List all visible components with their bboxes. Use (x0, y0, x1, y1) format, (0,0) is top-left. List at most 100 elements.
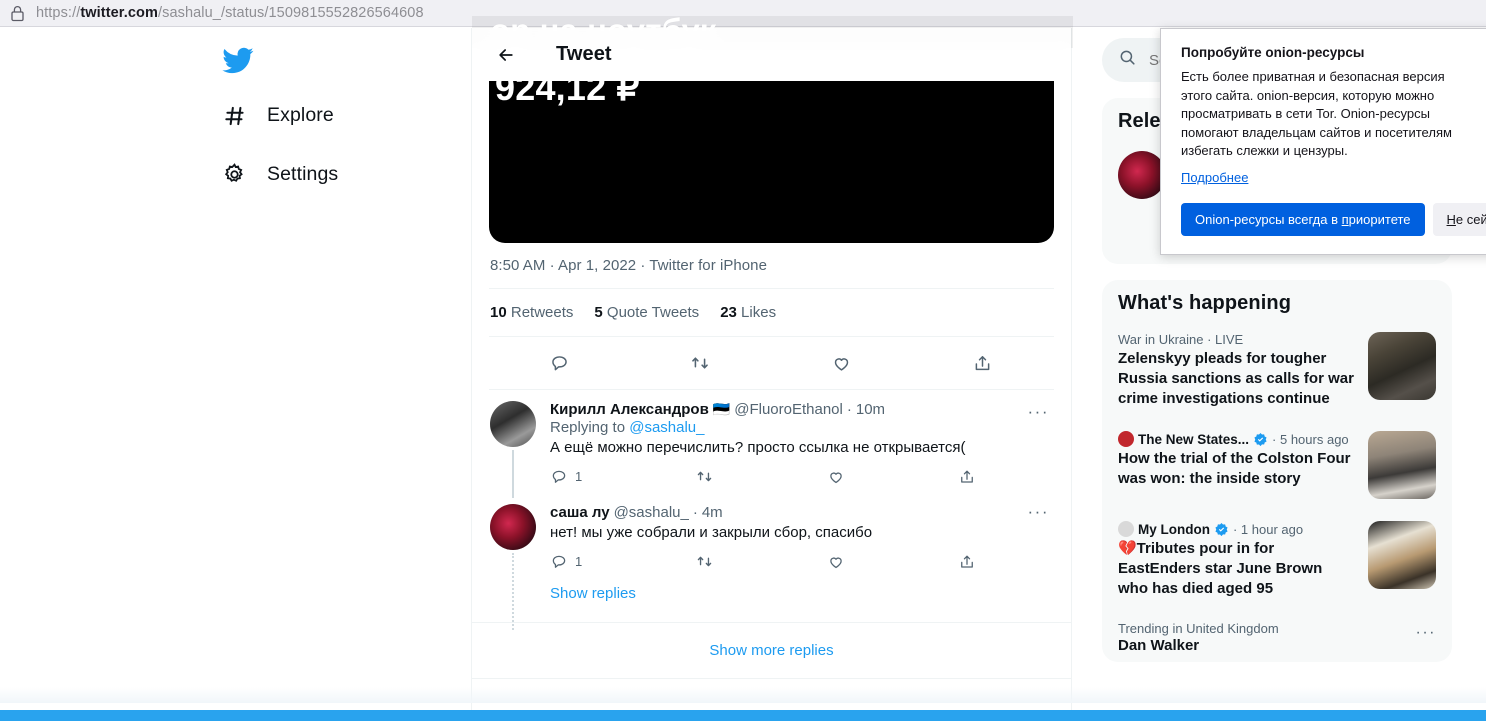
reply-author-row: Кирилл Александров 🇪🇪 @FluoroEthanol · 1… (550, 401, 1054, 418)
avatar-column (490, 401, 538, 498)
sidebar-item-label: Explore (267, 104, 334, 126)
show-replies-link[interactable]: Show replies (550, 571, 1054, 618)
author-name[interactable]: саша лу (550, 504, 610, 521)
news-category: War in Ukraine · LIVE (1118, 332, 1244, 347)
prioritize-onion-button[interactable]: Onion-ресурсы всегда в приоритете (1181, 202, 1425, 236)
author-name[interactable]: Кирилл Александров (550, 401, 709, 418)
news-body: War in Ukraine · LIVE Zelenskyy pleads f… (1118, 332, 1356, 409)
sidebar-item-settings[interactable]: Settings (209, 151, 350, 198)
author-handle[interactable]: @sashalu_ (614, 504, 689, 521)
likes-label: Likes (741, 304, 777, 321)
reply-icon[interactable]: 1 (550, 467, 582, 486)
quote-tweets-count: 5 (594, 304, 603, 321)
reply-action-bar: 1 (550, 467, 1054, 486)
quote-tweets-label: Quote Tweets (606, 304, 700, 321)
show-more-replies-button[interactable]: Show more replies (472, 622, 1071, 679)
like-icon[interactable] (827, 552, 845, 571)
more-options-icon[interactable]: ··· (1028, 402, 1049, 422)
news-item[interactable]: My London · 1 hour ago 💔Tributes pour in… (1102, 510, 1452, 610)
avatar[interactable] (1118, 151, 1166, 199)
retweets-label: Retweets (510, 304, 574, 321)
reply-action-bar: 1 (550, 552, 1054, 571)
news-thumbnail[interactable] (1368, 431, 1436, 499)
share-icon[interactable] (966, 346, 1000, 380)
country-flag-icon: 🇪🇪 (712, 401, 731, 417)
reply-time: 4m (701, 504, 723, 521)
likes-count: 23 (720, 304, 737, 321)
url-text: https://twitter.com/sashalu_/status/1509… (36, 5, 424, 21)
gear-icon (221, 161, 248, 188)
not-now-button[interactable]: Не сейчас (1432, 202, 1486, 236)
bottom-progress-bar (0, 710, 1486, 721)
news-time: · 5 hours ago (1272, 431, 1349, 447)
back-arrow-icon[interactable] (489, 38, 523, 72)
news-meta: War in Ukraine · LIVE (1118, 332, 1356, 347)
reply-icon[interactable]: 1 (550, 552, 582, 571)
reply-time: 10m (855, 401, 886, 418)
like-icon[interactable] (825, 346, 859, 380)
popup-body: Есть более приватная и безопасная версия… (1181, 69, 1452, 158)
avatar[interactable] (490, 401, 536, 447)
popup-button-row: Onion-ресурсы всегда в приоритете Не сей… (1181, 202, 1486, 236)
reply-count: 1 (575, 469, 583, 484)
tweet-stats: 10 Retweets 5 Quote Tweets 23 Likes (472, 289, 1071, 336)
avatar[interactable] (490, 504, 536, 550)
retweet-icon[interactable] (695, 552, 714, 571)
search-icon (1118, 48, 1137, 72)
reply-text: А ещё можно перечислить? просто ссылка н… (550, 439, 966, 456)
url-prefix: https:// (36, 5, 81, 21)
news-source[interactable]: The New States... (1138, 432, 1249, 447)
news-thumbnail[interactable] (1368, 332, 1436, 400)
retweet-icon[interactable] (683, 346, 717, 380)
tweet-media[interactable]: 924,12 ₽ (489, 81, 1054, 243)
author-handle[interactable]: @FluoroEthanol (734, 401, 843, 418)
twitter-bird-logo[interactable] (221, 44, 257, 80)
more-options-icon[interactable]: ··· (1416, 624, 1436, 642)
source-avatar-icon (1118, 431, 1134, 447)
news-item[interactable]: The New States... · 5 hours ago How the … (1102, 420, 1452, 510)
news-time: · 1 hour ago (1232, 521, 1304, 537)
news-meta: The New States... · 5 hours ago (1118, 431, 1356, 447)
share-icon[interactable] (958, 467, 976, 486)
news-source[interactable]: My London (1138, 522, 1210, 537)
trend-category: Trending in United Kingdom (1118, 621, 1279, 636)
dot-separator: · (846, 401, 852, 418)
trend-item[interactable]: Trending in United Kingdom Dan Walker ··… (1102, 610, 1452, 662)
reply-item[interactable]: саша лу @sashalu_ · 4m нет! мы уже собра… (472, 490, 1071, 630)
tweet-timestamp: 8:50 AM · Apr 1, 2022 · Twitter for iPho… (490, 257, 767, 274)
news-title: Zelenskyy pleads for tougher Russia sanc… (1118, 350, 1354, 407)
tor-onion-notification-popup: Попробуйте onion-ресурсы Есть более прив… (1160, 28, 1486, 255)
thread-line (512, 553, 514, 630)
reply-body: Кирилл Александров 🇪🇪 @FluoroEthanol · 1… (538, 401, 1054, 490)
news-item[interactable]: War in Ukraine · LIVE Zelenskyy pleads f… (1102, 321, 1452, 420)
retweet-icon[interactable] (695, 467, 714, 486)
sidebar-item-label: Settings (267, 163, 339, 185)
tweet-header: Tweet (472, 28, 1071, 81)
verified-badge-icon (1214, 522, 1229, 537)
retweets-stat[interactable]: 10 Retweets (490, 304, 573, 321)
dot-separator: · (692, 504, 698, 521)
learn-more-link[interactable]: Подробнее (1181, 170, 1248, 185)
lock-icon (10, 5, 25, 22)
quote-tweets-stat[interactable]: 5 Quote Tweets (594, 304, 699, 321)
whats-happening-card: What's happening War in Ukraine · LIVE Z… (1102, 280, 1452, 662)
like-icon[interactable] (827, 467, 845, 486)
news-thumbnail[interactable] (1368, 521, 1436, 589)
likes-stat[interactable]: 23 Likes (720, 304, 776, 321)
reply-item[interactable]: Кирилл Александров 🇪🇪 @FluoroEthanol · 1… (472, 390, 1071, 498)
more-options-icon[interactable]: ··· (1028, 502, 1049, 522)
tweet-detail-column: ор на ноутбук Tweet 924,12 ₽ 8:50 AM · A… (471, 16, 1073, 714)
share-icon[interactable] (958, 552, 976, 571)
reply-icon[interactable] (542, 346, 576, 380)
tweet-action-bar (472, 337, 1071, 389)
replying-to-prefix: Replying to (550, 419, 630, 436)
reply-body: саша лу @sashalu_ · 4m нет! мы уже собра… (538, 504, 1054, 622)
replying-to-handle[interactable]: @sashalu_ (629, 419, 704, 436)
news-meta: My London · 1 hour ago (1118, 521, 1356, 537)
reply-count: 1 (575, 554, 583, 569)
reply-text: нет! мы уже собрали и закрыли сбор, спас… (550, 524, 873, 541)
news-body: The New States... · 5 hours ago How the … (1118, 431, 1356, 499)
sidebar-item-explore[interactable]: Explore (209, 92, 346, 139)
news-title: 💔Tributes pour in for EastEnders star Ju… (1118, 540, 1323, 597)
reply-author-row: саша лу @sashalu_ · 4m (550, 504, 1054, 521)
